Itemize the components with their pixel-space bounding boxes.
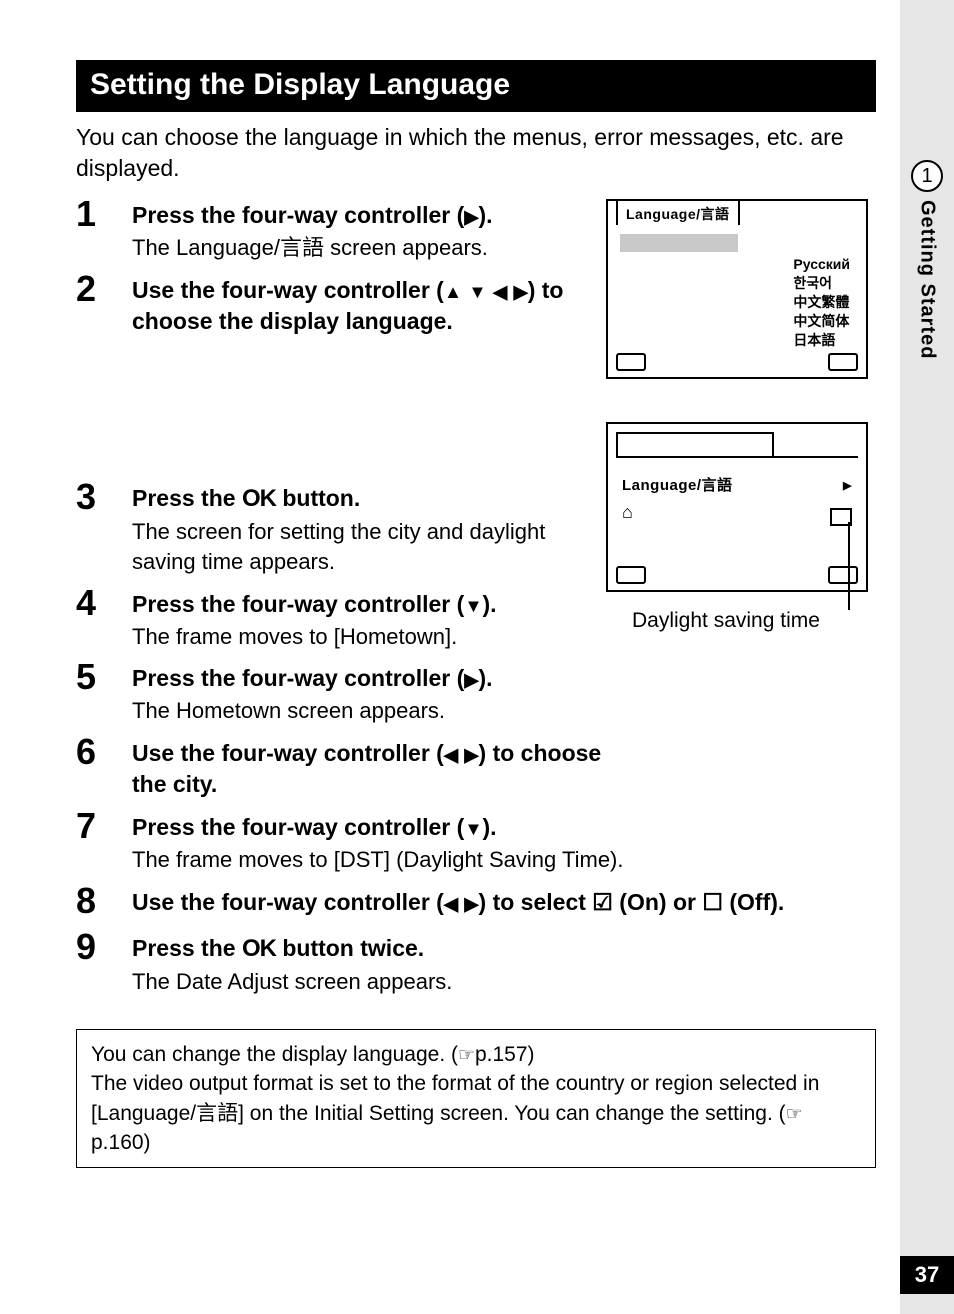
language-option: 日本語: [793, 331, 850, 350]
callout-line: [848, 522, 850, 610]
step-desc-text: The frame moves to [Hometown].: [132, 622, 612, 652]
step-number: 9: [76, 927, 132, 967]
language-list: Русский 한국어 中文繁體 中文简体 日本語: [793, 255, 850, 349]
down-arrow-icon: [464, 814, 482, 840]
right-arrow-icon: [464, 889, 478, 915]
step-title-text: Use the four-way controller (: [132, 277, 444, 303]
step-title-text: (Off).: [723, 889, 784, 915]
up-arrow-icon: [444, 277, 462, 303]
step-5: 5 Press the four-way controller (). The …: [76, 657, 876, 726]
step-title-text: ).: [478, 202, 492, 228]
down-arrow-icon: [468, 277, 486, 303]
left-arrow-icon: [444, 740, 458, 766]
chapter-label: Getting Started: [916, 200, 939, 359]
right-arrow-icon: [464, 665, 478, 691]
step-title-text: Press the four-way controller (: [132, 202, 464, 228]
cjk-text: 言語: [280, 235, 324, 260]
language-option: Русский: [793, 255, 850, 274]
step-title-text: ).: [483, 814, 497, 840]
screen-tab-label: Language/言語: [616, 199, 740, 225]
softkey-icon: [828, 566, 858, 584]
callout-caption: Daylight saving time: [632, 609, 820, 633]
note-box: You can change the display language. ( p.…: [76, 1029, 876, 1169]
home-icon: ⌂: [622, 502, 633, 523]
step-6: 6 Use the four-way controller ( ) to cho…: [76, 732, 876, 800]
step-desc-text: The screen for setting the city and dayl…: [132, 517, 612, 576]
step-title-text: ).: [483, 591, 497, 617]
side-tab: 1 Getting Started 37: [900, 0, 954, 1314]
steps-list: 1 Press the four-way controller (). The …: [76, 194, 876, 997]
step-number: 7: [76, 806, 132, 846]
section-heading: Setting the Display Language: [76, 60, 876, 112]
ok-button-label: OK: [242, 485, 276, 512]
step-number: 6: [76, 732, 132, 772]
cjk-text: 言語: [196, 1102, 238, 1125]
step-title-text: ).: [478, 665, 492, 691]
step-number: 3: [76, 477, 132, 517]
checkbox-off-icon: [702, 889, 723, 915]
checkbox-on-icon: [592, 889, 613, 915]
selection-highlight: [620, 234, 738, 252]
softkey-icon: [828, 353, 858, 371]
softkey-icon: [616, 353, 646, 371]
chapter-number-badge: 1: [911, 160, 943, 192]
right-arrow-icon: [514, 277, 528, 303]
step-number: 4: [76, 583, 132, 623]
step-number: 8: [76, 881, 132, 921]
page-number: 37: [900, 1256, 954, 1294]
pointer-icon: [458, 1043, 475, 1066]
step-title-text: Press the: [132, 485, 242, 511]
left-arrow-icon: [493, 277, 507, 303]
note-text: You can change the display language. (: [91, 1043, 458, 1066]
step-desc-text: The Language/: [132, 235, 280, 260]
step-title-text: Use the four-way controller (: [132, 740, 444, 766]
step-title-text: Press the: [132, 935, 242, 961]
step-9: 9 Press the OK button twice. The Date Ad…: [76, 927, 876, 997]
softkey-icon: [616, 566, 646, 584]
step-title-text: (On) or: [613, 889, 702, 915]
settings-screen-illustration: Language/言語 ⌂: [606, 422, 868, 592]
step-desc-text: The frame moves to [DST] (Daylight Savin…: [132, 845, 876, 875]
step-desc-text: The Hometown screen appears.: [132, 696, 612, 726]
down-arrow-icon: [464, 591, 482, 617]
step-number: 1: [76, 194, 132, 234]
left-arrow-icon: [444, 889, 458, 915]
note-text: ] on the Initial Setting screen. You can…: [238, 1102, 786, 1125]
note-text: p.157): [475, 1043, 535, 1066]
step-title-text: Press the four-way controller (: [132, 591, 464, 617]
step-number: 5: [76, 657, 132, 697]
step-desc-text: screen appears.: [324, 235, 488, 260]
submenu-arrow-icon: [843, 476, 852, 493]
language-screen-illustration: Language/言語 Русский 한국어 中文繁體 中文简体 日本語: [606, 199, 868, 379]
ok-button-label: OK: [242, 935, 276, 962]
language-option: 한국어: [793, 274, 850, 293]
step-title-text: button.: [276, 485, 360, 511]
menu-row-label: Language/言語: [622, 474, 733, 495]
step-title-text: Press the four-way controller (: [132, 814, 464, 840]
step-8: 8 Use the four-way controller ( ) to sel…: [76, 881, 876, 921]
divider: [616, 456, 858, 458]
right-arrow-icon: [464, 202, 478, 228]
step-7: 7 Press the four-way controller (). The …: [76, 806, 876, 875]
intro-text: You can choose the language in which the…: [76, 122, 876, 184]
step-number: 2: [76, 269, 132, 309]
step-desc-text: The Date Adjust screen appears.: [132, 967, 876, 997]
right-arrow-icon: [464, 740, 478, 766]
step-title-text: Use the four-way controller (: [132, 889, 444, 915]
step-title-text: Press the four-way controller (: [132, 665, 464, 691]
note-text: p.160): [91, 1131, 151, 1154]
screen-tab: [616, 432, 774, 456]
pointer-icon: [786, 1102, 803, 1125]
language-option: 中文简体: [793, 312, 850, 331]
language-option: 中文繁體: [793, 293, 850, 312]
step-title-text: button twice.: [276, 935, 424, 961]
step-title-text: ) to select: [479, 889, 593, 915]
